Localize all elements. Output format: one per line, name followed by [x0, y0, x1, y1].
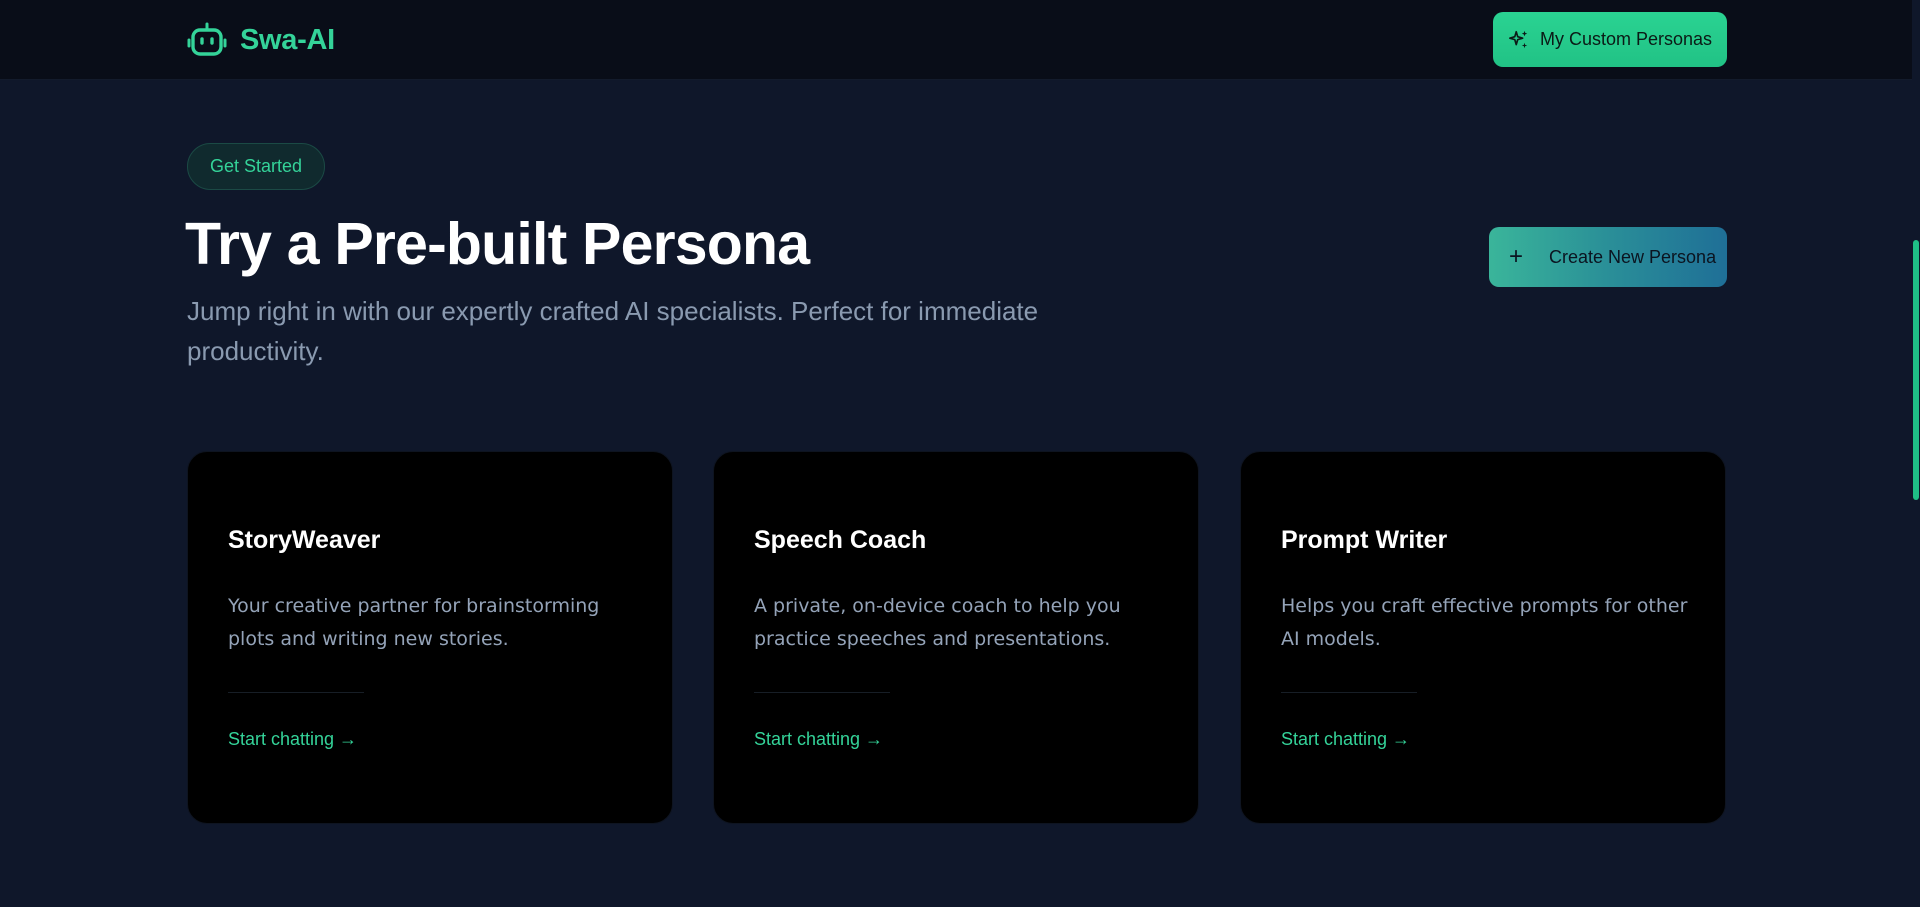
card-divider — [228, 692, 364, 693]
top-navigation-bar: Swa-AI My Custom Personas — [0, 0, 1920, 80]
start-chatting-link[interactable]: Start chatting → — [754, 729, 883, 750]
card-divider — [754, 692, 890, 693]
persona-card-title: Speech Coach — [754, 526, 927, 554]
persona-card-description: A private, on-device coach to help you p… — [754, 595, 1121, 650]
robot-icon — [187, 22, 227, 56]
persona-card-title: StoryWeaver — [228, 526, 381, 554]
page-subtitle: Jump right in with our expertly crafted … — [187, 296, 1039, 366]
create-new-persona-label: Create New Persona — [1549, 246, 1717, 267]
sparkles-icon — [1509, 30, 1528, 48]
persona-card-prompt-writer[interactable]: Prompt Writer Helps you craft effective … — [1240, 451, 1726, 824]
get-started-badge: Get Started — [187, 143, 325, 190]
persona-card-title: Prompt Writer — [1281, 526, 1448, 554]
create-new-persona-button[interactable]: + Create New Persona — [1489, 227, 1727, 287]
start-chatting-link[interactable]: Start chatting → — [228, 729, 357, 750]
persona-card-description: Your creative partner for brainstorming … — [228, 595, 600, 650]
persona-card-speech-coach[interactable]: Speech Coach A private, on-device coach … — [713, 451, 1199, 824]
brand-logo-link[interactable]: Swa-AI — [187, 19, 335, 61]
start-chatting-link[interactable]: Start chatting → — [1281, 729, 1410, 750]
brand-name: Swa-AI — [240, 23, 335, 56]
my-custom-personas-button[interactable]: My Custom Personas — [1493, 12, 1727, 67]
my-custom-personas-label: My Custom Personas — [1540, 29, 1713, 49]
plus-icon: + — [1508, 243, 1523, 270]
card-divider — [1281, 692, 1417, 693]
page-title: Try a Pre-built Persona — [185, 211, 810, 277]
persona-card-description: Helps you craft effective prompts for ot… — [1281, 595, 1688, 650]
page-scrollbar-thumb[interactable] — [1913, 240, 1919, 500]
persona-card-storyweaver[interactable]: StoryWeaver Your creative partner for br… — [187, 451, 673, 824]
